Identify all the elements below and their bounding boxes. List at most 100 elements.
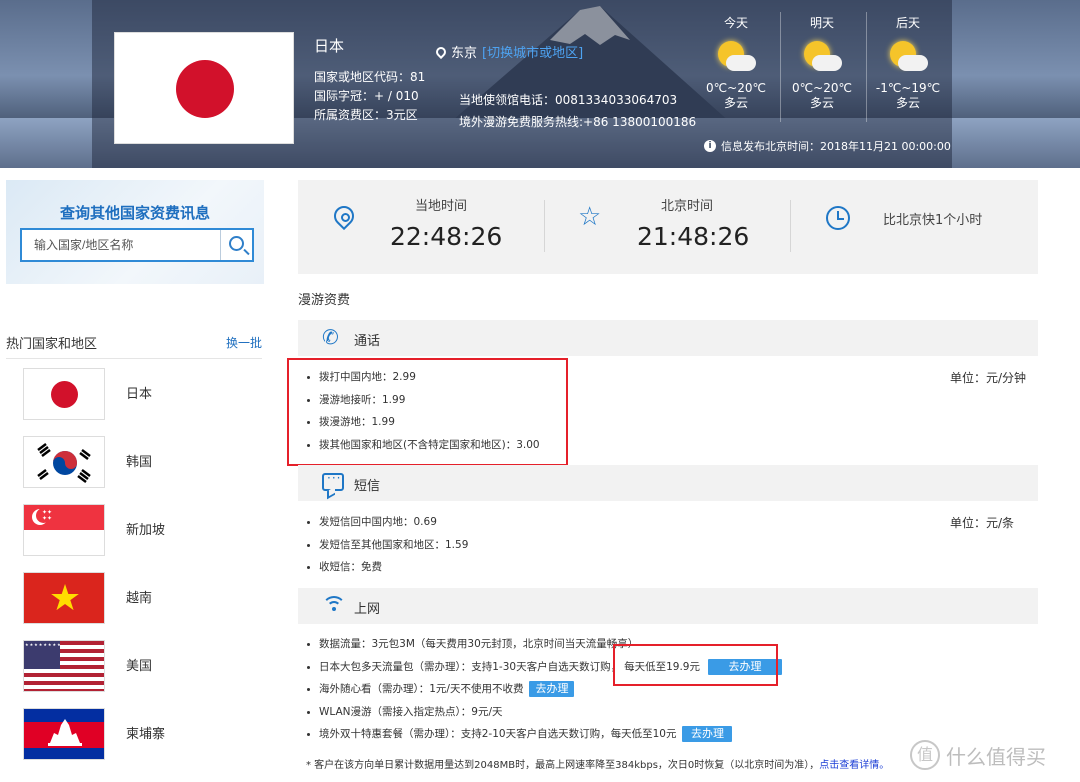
sms-rates-list: 发短信回中国内地：0.69 发短信至其他国家和地区：1.59 收短信：免费	[306, 511, 468, 579]
sms-label: 短信	[354, 479, 381, 494]
list-item: 收短信：免费	[306, 556, 468, 579]
time-panel: 当地时间 22:48:26 ☆ 北京时间 21:48:26 比北京快1个小时	[298, 180, 1038, 274]
city-selector: 东京 [切换城市或地区]	[433, 42, 583, 61]
country-item-singapore[interactable]: ✦✦ ✦✦ 新加坡	[23, 504, 263, 556]
highlight-box	[287, 358, 568, 466]
vietnam-flag: ★	[23, 572, 105, 624]
watermark-logo-icon: 值	[910, 740, 940, 770]
list-item: 发短信回中国内地：0.69	[306, 511, 468, 534]
clock-icon	[826, 206, 850, 230]
weather-day: 明天	[809, 16, 834, 30]
search-icon	[229, 236, 244, 251]
weather-temp: 0℃~20℃	[792, 81, 852, 95]
country-name: 美国	[126, 659, 153, 674]
phone-icon: ✆	[322, 325, 339, 349]
korea-flag	[23, 436, 105, 488]
item-text: 海外随心看（需办理）：1元/天不使用不收费	[319, 683, 524, 695]
search-input[interactable]	[22, 230, 218, 260]
item-text: 日本大包多天流量包（需办理）：支持1-30天客户自选天数订购，	[319, 660, 622, 673]
intl-prefix: 国际字冠：+ / 010	[314, 89, 419, 103]
singapore-flag: ✦✦ ✦✦	[23, 504, 105, 556]
call-section-header: ✆ 通话	[298, 320, 1038, 356]
weather-cond: 多云	[809, 96, 834, 110]
switch-city-link[interactable]: [切换城市或地区]	[482, 42, 583, 61]
country-item-japan[interactable]: 日本	[23, 368, 263, 420]
country-item-korea[interactable]: 韩国	[23, 436, 263, 488]
list-item: WLAN漫游（需接入指定热点）：9元/天	[306, 701, 782, 724]
weather-cond: 多云	[895, 96, 920, 110]
publish-notice: i 信息发布北京时间：2018年11月21 00:00:00	[704, 138, 951, 154]
data-section-header: 上网	[298, 588, 1038, 624]
country-name: 日本	[126, 387, 153, 402]
weather-temp: -1℃~19℃	[875, 81, 941, 95]
country-name: 日本	[314, 37, 345, 55]
rate-zone: 所属资费区：3元区	[314, 108, 418, 122]
country-name: 韩国	[126, 455, 153, 470]
country-item-usa[interactable]: ★★★★★★★★★★★★★★★★★★★★★★★★★★★★★★★★★ 美国	[23, 640, 263, 692]
item-text: WLAN漫游（需接入指定热点）：9元/天	[319, 705, 503, 718]
sms-section-header: 短信	[298, 465, 1038, 501]
country-item-cambodia[interactable]: 柬埔寨	[23, 708, 263, 760]
country-name: 新加坡	[126, 523, 166, 538]
wifi-icon	[322, 596, 346, 614]
weather-cond: 多云	[723, 96, 748, 110]
country-code: 国家或地区代码：81	[314, 70, 426, 84]
weather-day: 后天	[895, 16, 920, 30]
country-name: 柬埔寨	[126, 727, 166, 742]
message-icon	[322, 471, 344, 491]
search-button[interactable]	[220, 230, 252, 260]
partly-cloudy-icon	[716, 39, 756, 75]
japan-flag-large	[114, 32, 294, 144]
notice-text: 信息发布北京时间：2018年11月21 00:00:00	[721, 140, 951, 153]
sms-unit: 单位：元/条	[950, 516, 1015, 530]
apply-button[interactable]: 去办理	[682, 726, 733, 742]
weather-day: 今天	[723, 16, 748, 30]
highlight-box	[613, 644, 778, 686]
local-time: 22:48:26	[390, 222, 503, 251]
info-icon: i	[704, 140, 716, 152]
country-header: 日本 国家或地区代码：81 国际字冠：+ / 010 所属资费区：3元区 东京 …	[0, 0, 1080, 168]
roaming-hotline: 境外漫游免费服务热线:+86 13800100186	[459, 115, 697, 129]
hot-countries-title: 热门国家和地区	[6, 337, 98, 352]
divider	[544, 200, 545, 252]
divider	[790, 200, 791, 252]
watermark-text: 什么值得买	[946, 744, 1046, 769]
local-time-label: 当地时间	[415, 199, 468, 214]
japan-flag	[23, 368, 105, 420]
divider	[6, 358, 262, 359]
weather-tomorrow: 明天 0℃~20℃ 多云	[780, 14, 864, 111]
location-pin-icon	[332, 206, 356, 232]
city-name: 东京	[451, 46, 478, 61]
country-name: 越南	[126, 591, 153, 606]
weather-day-after: 后天 -1℃~19℃ 多云	[866, 14, 950, 111]
site-watermark: 值 什么值得买	[910, 740, 1046, 770]
list-item: 发短信至其他国家和地区：1.59	[306, 534, 468, 557]
weather-today: 今天 0℃~20℃ 多云	[694, 14, 778, 111]
item-text: 数据流量：3元包3M（每天费用30元封顶，北京时间当天流量畅享）	[319, 638, 639, 650]
search-title: 查询其他国家资费讯息	[59, 204, 210, 222]
item-text: 境外双十特惠套餐（需办理）：支持2-10天客户自选天数订购，每天低至10元	[319, 728, 677, 740]
list-item: 境外双十特惠套餐（需办理）：支持2-10天客户自选天数订购，每天低至10元 去办理	[306, 723, 782, 746]
data-footnote: * 客户在该方向单日累计数据用量达到2048MB时，最高上网速率降至384kbp…	[306, 756, 889, 771]
country-item-vietnam[interactable]: ★ 越南	[23, 572, 263, 624]
data-label: 上网	[354, 602, 381, 617]
country-search-panel: 查询其他国家资费讯息	[6, 180, 264, 284]
star-icon: ☆	[578, 202, 602, 232]
apply-button[interactable]: 去办理	[529, 681, 575, 697]
call-label: 通话	[354, 334, 381, 349]
refresh-link[interactable]: 换一批	[226, 334, 262, 351]
beijing-time-label: 北京时间	[661, 199, 714, 214]
details-link[interactable]: 点击查看详情。	[819, 760, 889, 771]
time-difference: 比北京快1个小时	[883, 213, 983, 228]
footnote-text: * 客户在该方向单日累计数据用量达到2048MB时，最高上网速率降至384kbp…	[306, 760, 820, 771]
weather-temp: 0℃~20℃	[706, 81, 766, 95]
consulate-phone: 当地使领馆电话：0081334033064703	[459, 93, 678, 107]
cambodia-flag	[23, 708, 105, 760]
beijing-time: 21:48:26	[637, 222, 750, 251]
roaming-title: 漫游资费	[298, 293, 351, 308]
partly-cloudy-icon	[888, 39, 928, 75]
partly-cloudy-icon	[802, 39, 842, 75]
hot-countries-header: 热门国家和地区 换一批	[6, 333, 262, 352]
call-unit: 单位：元/分钟	[950, 371, 1027, 385]
location-pin-icon	[433, 44, 449, 59]
